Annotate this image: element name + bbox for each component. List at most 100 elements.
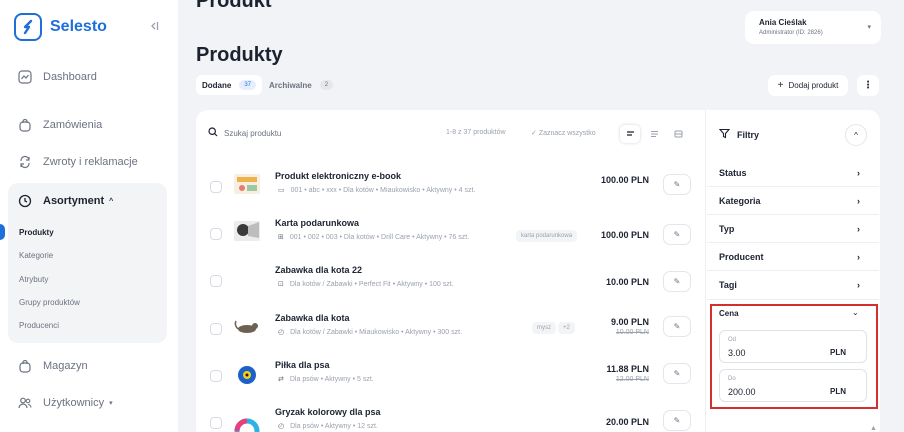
nav-returns-label: Zwroty i reklamacje (43, 156, 138, 168)
filter-status[interactable]: Status › (719, 168, 869, 178)
nav-products[interactable]: Produkty (19, 228, 54, 237)
product-name[interactable]: Produkt elektroniczny e-book (275, 171, 401, 181)
product-name[interactable]: Karta podarunkowa (275, 218, 359, 228)
row-checkbox[interactable] (210, 417, 222, 429)
product-price: 20.00 PLN (605, 417, 649, 427)
product-thumbnail (233, 313, 261, 339)
chevron-down-icon: ▾ (109, 400, 113, 407)
search-icon (208, 127, 218, 139)
tag-icon: ◴ (278, 329, 285, 336)
edit-icon[interactable]: ✎ (663, 363, 691, 384)
nav-attributes[interactable]: Atrybuty (19, 275, 48, 284)
brand[interactable]: Selesto (14, 13, 107, 41)
chevron-up-icon: ^ (109, 197, 114, 205)
chevron-right-icon: › (857, 168, 860, 178)
active-indicator (0, 224, 5, 240)
collapse-sidebar-icon[interactable] (148, 20, 162, 34)
table-row[interactable]: Karta podarunkowa ⊞ 001 • 002 • 003 • Dla… (196, 210, 705, 256)
product-thumbnail (233, 360, 261, 386)
check-icon: ✓ (531, 130, 539, 137)
product-name[interactable]: Zabawka dla kota (275, 313, 350, 323)
filter-status-label: Status (719, 168, 747, 178)
nav-orders[interactable]: Zamówienia (18, 118, 102, 132)
product-tag: mysz (532, 322, 556, 334)
product-meta: ◴ Dla psów • Aktywny • 12 szt. (278, 422, 378, 430)
nav-dashboard-label: Dashboard (43, 71, 97, 83)
product-name[interactable]: Zabawka dla kota 22 (275, 265, 362, 275)
filter-category[interactable]: Kategoria › (719, 196, 869, 206)
nav-warehouse[interactable]: Magazyn (18, 359, 88, 373)
table-row[interactable]: Produkt elektroniczny e-book ▭ 001 • abc … (196, 163, 705, 209)
row-checkbox[interactable] (210, 228, 222, 240)
nav-warehouse-label: Magazyn (43, 360, 88, 372)
filter-producer[interactable]: Producent › (719, 252, 869, 262)
refresh-icon (18, 155, 32, 169)
filter-type[interactable]: Typ › (719, 224, 869, 234)
product-meta: ▭ 001 • abc • xxx • Dla kotów • Miaukowis… (278, 186, 475, 194)
product-price: 10.00 PLN (605, 277, 649, 287)
user-menu[interactable]: Ania Cieślak Administrator (ID: 2826) ▾ (745, 11, 881, 44)
scroll-indicator[interactable]: ▲ (870, 425, 877, 432)
edit-icon[interactable]: ✎ (663, 271, 691, 292)
product-thumbnail (233, 218, 261, 244)
row-checkbox[interactable] (210, 370, 222, 382)
filter-price-label[interactable]: Cena (719, 309, 739, 318)
table-row[interactable]: Zabawka dla kota 22 ⊡ Dla kotów / Zabawki… (196, 257, 705, 303)
product-old-price: 12.00 PLN (615, 376, 649, 383)
search-bar[interactable]: Szukaj produktu (208, 127, 281, 139)
price-to-value: 200.00 (728, 387, 756, 397)
chevron-down-icon[interactable]: ⌄ (852, 308, 859, 317)
product-meta-text: 001 • abc • xxx • Dla kotów • Miaukowisk… (290, 187, 476, 194)
list-view-icon[interactable] (620, 125, 640, 143)
nav-dashboard[interactable]: Dashboard (18, 70, 97, 84)
add-product-button[interactable]: + Dodaj produkt (768, 75, 848, 96)
row-checkbox[interactable] (210, 181, 222, 193)
nav-product-groups[interactable]: Grupy produktów (19, 298, 80, 307)
chevron-up-icon[interactable]: ^ (845, 124, 867, 146)
edit-icon[interactable]: ✎ (663, 410, 691, 431)
product-price: 9.00 PLN (610, 317, 649, 327)
tab-archived-label: Archiwalne (269, 80, 312, 90)
price-from-value: 3.00 (728, 348, 746, 358)
table-row[interactable]: Piłka dla psa ⇄ Dla psów • Aktywny • 5 sz… (196, 352, 705, 398)
select-all-button[interactable]: ✓ Zaznacz wszystko (531, 129, 596, 137)
gift-icon: ⊞ (278, 234, 284, 241)
divider (707, 186, 879, 187)
edit-icon[interactable]: ✎ (663, 174, 691, 195)
tab-added[interactable]: Dodane 37 (196, 75, 263, 95)
product-price: 100.00 PLN (600, 230, 649, 240)
product-name[interactable]: Piłka dla psa (275, 360, 330, 370)
add-product-label: Dodaj produkt (788, 81, 839, 90)
tag-icon: ⊡ (278, 281, 284, 288)
nav-users[interactable]: Użytkownicy ▾ (18, 396, 113, 410)
tab-archived[interactable]: Archiwalne 2 (263, 75, 339, 95)
chevron-right-icon: › (857, 196, 860, 206)
nav-returns[interactable]: Zwroty i reklamacje (18, 155, 138, 169)
edit-icon[interactable]: ✎ (663, 316, 691, 337)
plus-icon: + (777, 80, 784, 91)
row-checkbox[interactable] (210, 275, 222, 287)
product-meta-text: Dla psów • Aktywny • 12 szt. (290, 423, 378, 430)
edit-icon[interactable]: ✎ (663, 224, 691, 245)
price-from-label: Od (728, 337, 737, 343)
price-from-field[interactable]: Od 3.00 PLN (719, 330, 867, 363)
filters-title: Filtry (718, 128, 759, 141)
filter-icon (718, 128, 731, 141)
nav-group-assortment: Asortyment ^ Produkty Kategorie Atrybuty… (8, 183, 167, 343)
swap-icon: ⇄ (278, 376, 284, 383)
filter-tags[interactable]: Tagi › (719, 280, 869, 290)
row-checkbox[interactable] (210, 323, 222, 335)
grid-view-icon[interactable] (668, 125, 688, 143)
price-to-field[interactable]: Do 200.00 PLN (719, 369, 867, 402)
nav-producers[interactable]: Producenci (19, 321, 59, 330)
product-name[interactable]: Gryzak kolorowy dla psa (275, 407, 381, 417)
nav-assortment[interactable]: Asortyment ^ (18, 194, 113, 208)
more-options-icon[interactable]: ⋮ (857, 75, 879, 96)
product-tag: karta podarunkowa (516, 230, 578, 242)
table-row[interactable]: Gryzak kolorowy dla psa ◴ Dla psów • Akty… (196, 399, 705, 432)
compact-view-icon[interactable] (644, 125, 664, 143)
table-row[interactable]: Zabawka dla kota ◴ Dla kotów / Zabawki • … (196, 305, 705, 351)
product-tag-more: +2 (558, 322, 575, 334)
search-input[interactable]: Szukaj produktu (224, 129, 281, 138)
nav-categories[interactable]: Kategorie (19, 251, 53, 260)
